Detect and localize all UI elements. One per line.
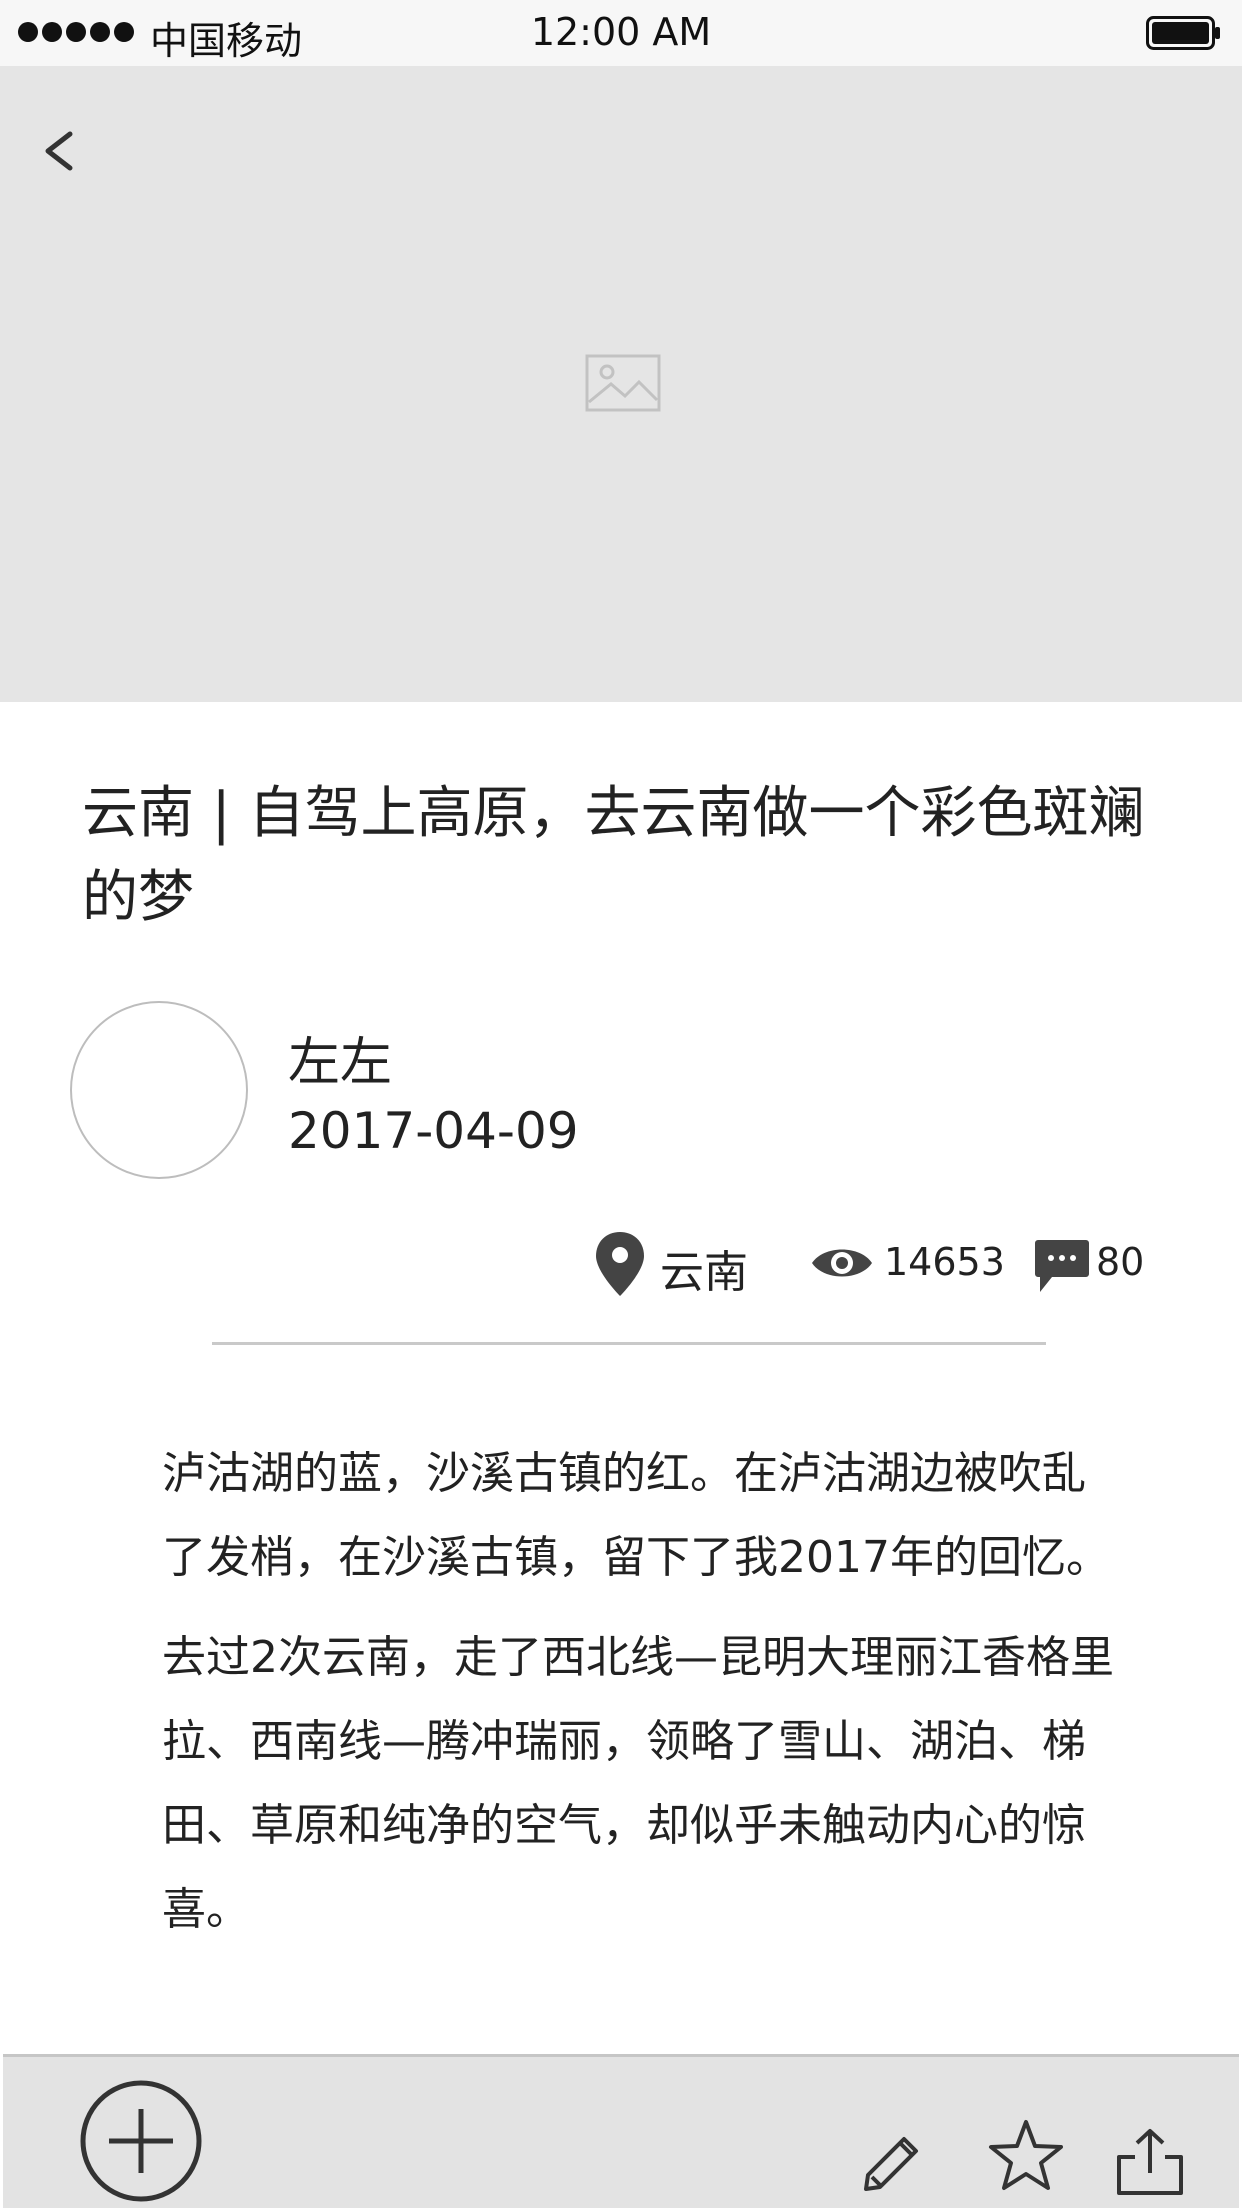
share-button[interactable]	[1115, 2127, 1185, 2201]
view-count: 14653	[884, 1240, 1005, 1284]
image-icon	[585, 354, 661, 416]
comment-count: 80	[1096, 1240, 1145, 1284]
eye-icon	[810, 1240, 874, 1290]
star-icon	[989, 2120, 1063, 2190]
add-button[interactable]	[79, 2079, 203, 2207]
plus-circle-icon	[80, 2080, 202, 2202]
divider	[212, 1342, 1046, 1345]
article-paragraph: 泸沽湖的蓝，沙溪古镇的红。在泸沽湖边被吹乱了发梢，在沙溪古镇，留下了我2017年…	[162, 1448, 1110, 1583]
battery-icon	[1146, 16, 1222, 54]
status-time: 12:00 AM	[530, 10, 712, 54]
chevron-left-icon	[45, 131, 73, 171]
avatar[interactable]	[70, 1001, 248, 1179]
share-icon	[1117, 2129, 1183, 2195]
location-pin-icon	[594, 1230, 646, 1302]
status-bar: 中国移动 12:00 AM	[0, 0, 1242, 66]
article-title: 云南 | 自驾上高原，去云南做一个彩色斑斓的梦	[82, 781, 1145, 930]
bottom-toolbar	[3, 2054, 1239, 2208]
favorite-button[interactable]	[988, 2119, 1064, 2195]
comment-icon[interactable]	[1034, 1238, 1090, 1300]
publish-date: 2017-04-09	[288, 1102, 579, 1160]
back-button[interactable]	[40, 116, 80, 186]
pencil-icon	[864, 2137, 918, 2191]
location-label: 云南	[660, 1247, 748, 1298]
hero-image	[0, 66, 1242, 702]
article-paragraph: 去过2次云南，走了西北线—昆明大理丽江香格里拉、西南线—腾冲瑞丽，领略了雪山、湖…	[162, 1632, 1114, 1935]
author-name[interactable]: 左左	[288, 1020, 392, 1095]
edit-button[interactable]	[860, 2121, 930, 2195]
article-body: 泸沽湖的蓝，沙溪古镇的红。在泸沽湖边被吹乱了发梢，在沙溪古镇，留下了我2017年…	[162, 1432, 1122, 1968]
